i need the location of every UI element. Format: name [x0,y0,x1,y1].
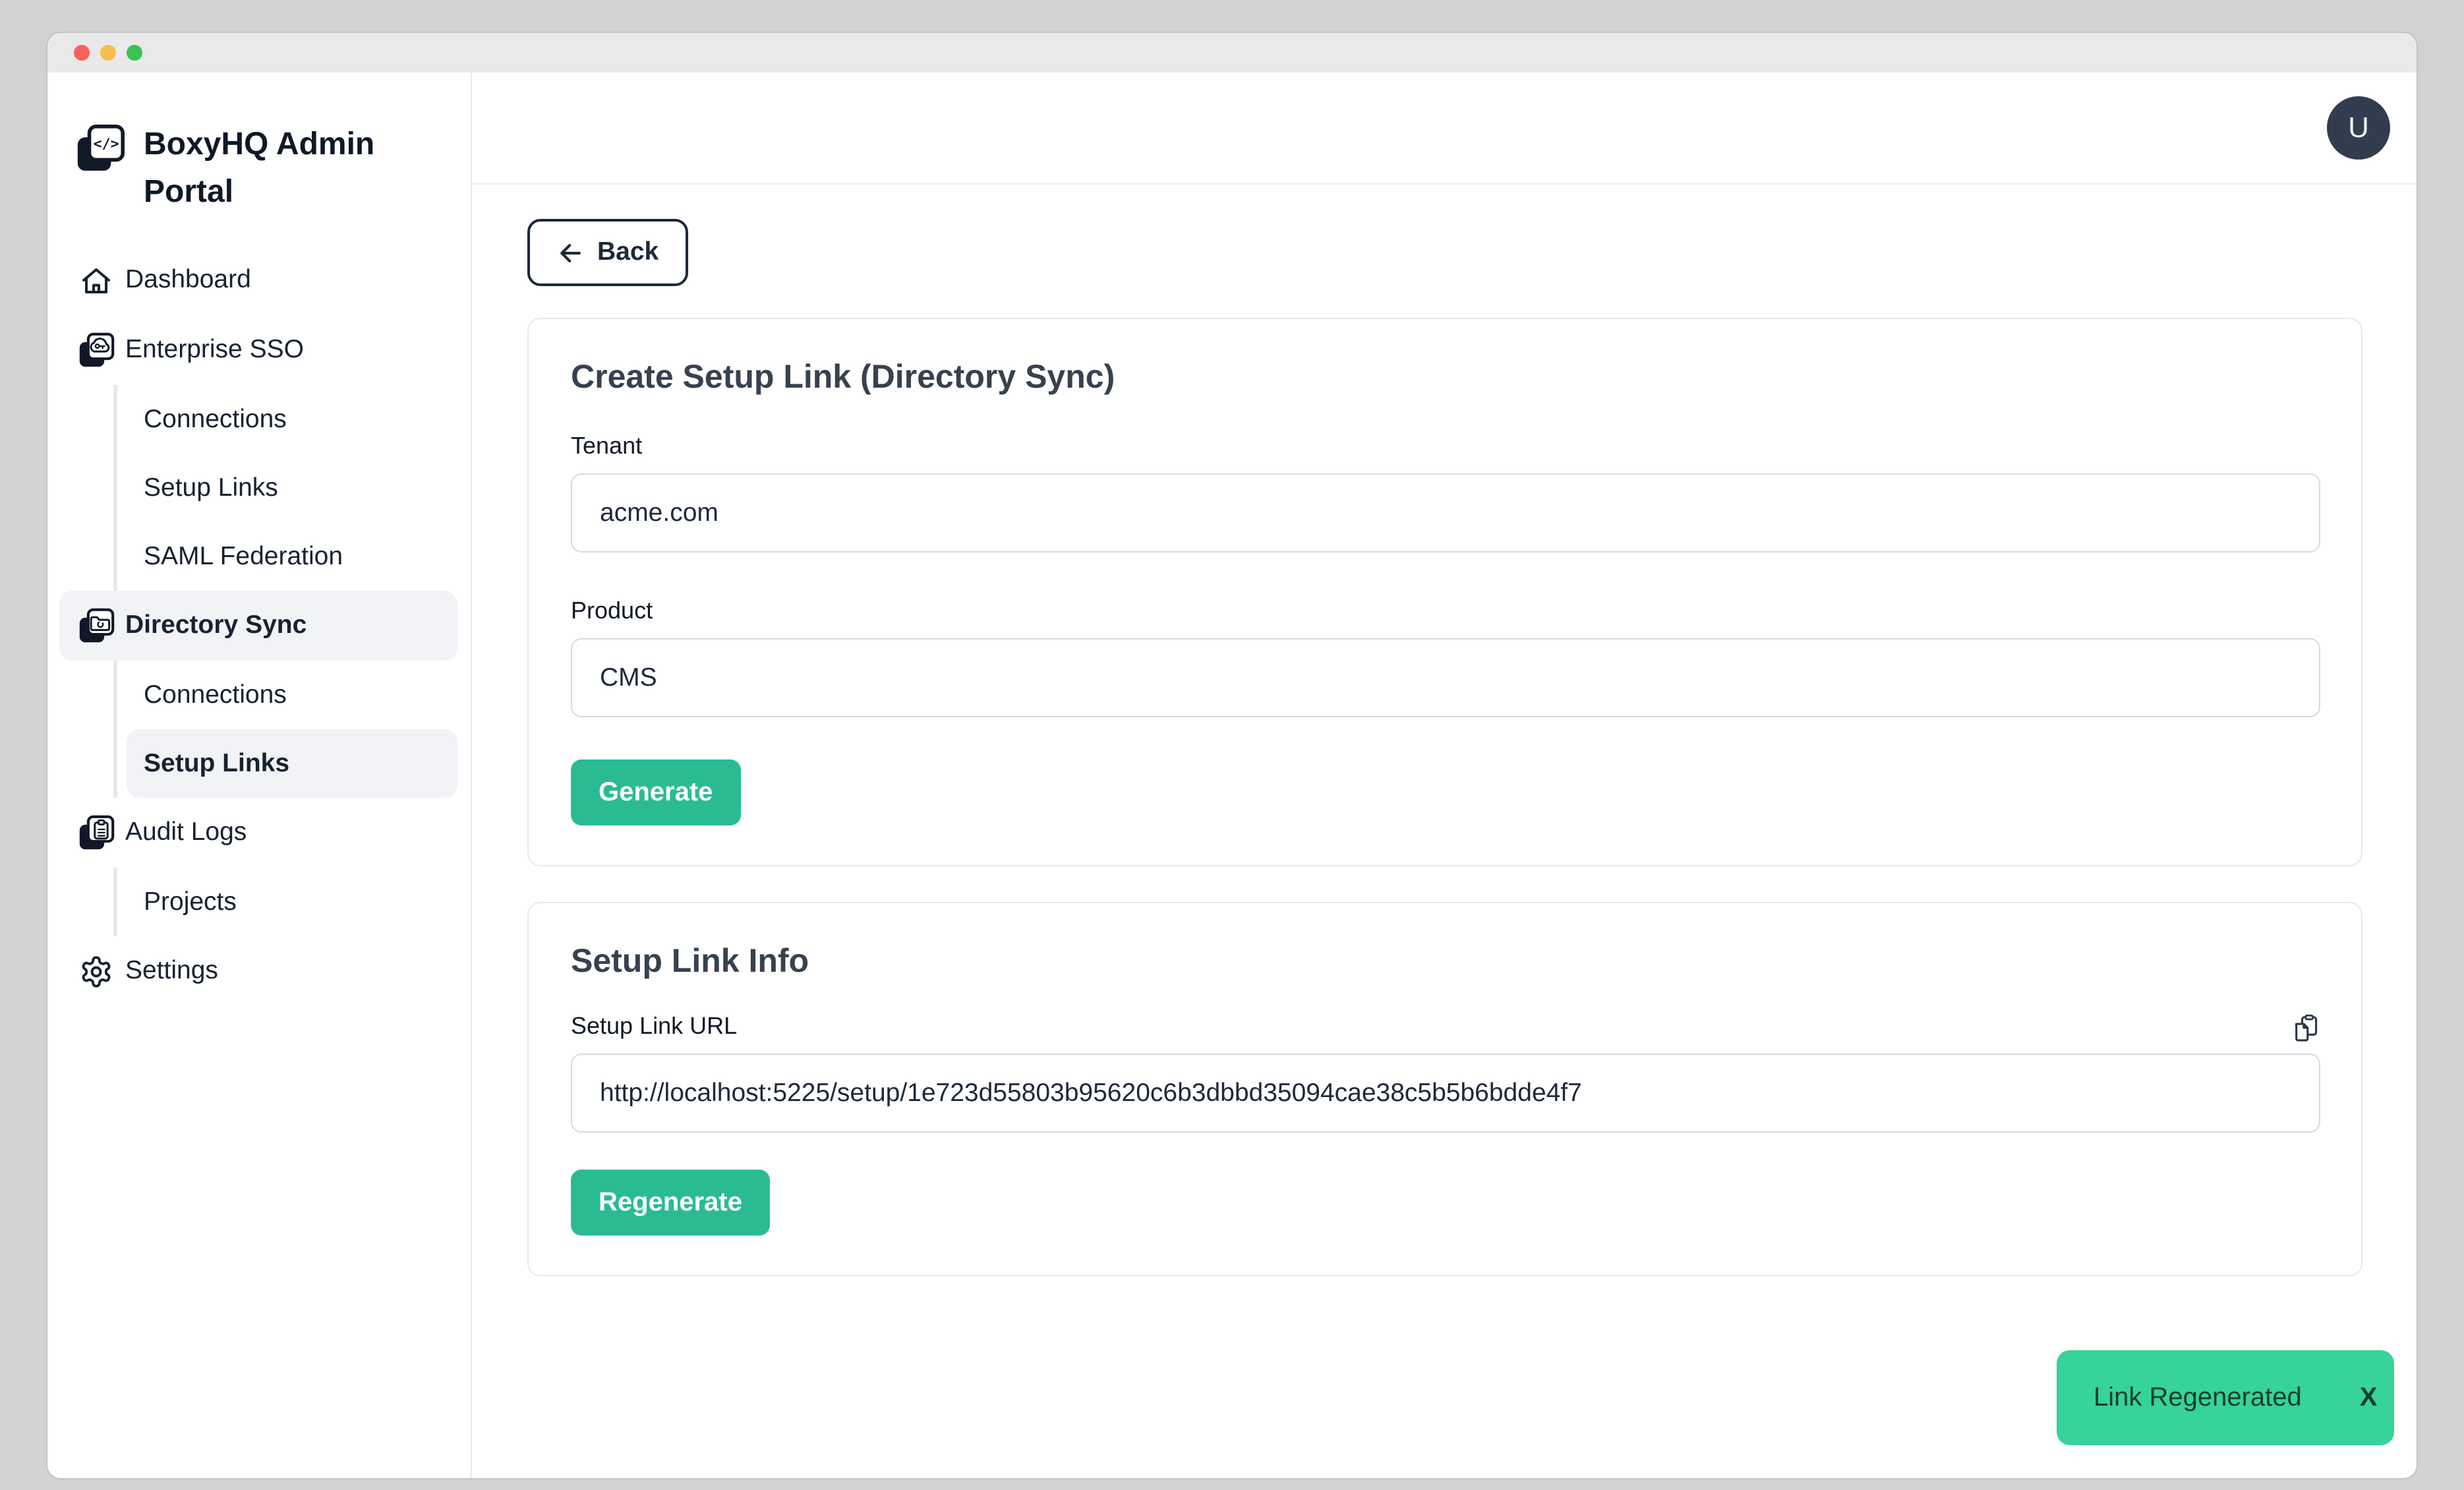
avatar[interactable]: U [2327,96,2390,160]
generate-button[interactable]: Generate [571,760,740,825]
clipboard-keycap-icon [78,814,115,851]
cloud-key-keycap-icon [78,332,115,369]
window-titlebar [47,33,2417,73]
sidebar-item-label: Settings [125,956,218,986]
svg-text:</>: </> [94,136,119,152]
sidebar-item-audit-logs[interactable]: Audit Logs [59,798,457,868]
sidebar-item-projects[interactable]: Projects [117,868,471,936]
sidebar-item-saml-federation[interactable]: SAML Federation [117,522,471,591]
sidebar-item-label: Enterprise SSO [125,335,304,365]
sidebar-item-dashboard[interactable]: Dashboard [59,245,457,315]
sidebar-item-enterprise-sso[interactable]: Enterprise SSO [59,315,457,385]
screen: </> BoxyHQ Admin Portal Dashbo [0,0,2464,1490]
boxyhq-logo-icon: </> [75,124,125,174]
sidebar-item-sso-setup-links[interactable]: Setup Links [117,454,471,522]
sidebar-item-sso-connections[interactable]: Connections [117,385,471,454]
copy-setup-link-button[interactable] [2291,1014,2320,1043]
sidebar-item-label: Connections [144,404,287,434]
sidebar-nav: Dashboard Enterprise SSO [47,245,471,1006]
setup-link-url-label: Setup Link URL [571,1013,737,1040]
sidebar-item-directory-sync[interactable]: Directory Sync [59,591,457,661]
gear-icon [78,953,115,990]
page: Back Create Setup Link (Directory Sync) … [472,185,2417,1276]
sidebar-item-label: Projects [144,887,237,917]
sidebar-item-dsync-connections[interactable]: Connections [117,661,471,729]
sso-subnav: Connections Setup Links SAML Federation [113,385,471,591]
folder-sync-keycap-icon [78,607,115,644]
zoom-window-button[interactable] [127,45,142,61]
create-card-title: Create Setup Link (Directory Sync) [571,359,2320,397]
toast: Link Regenerated X [2057,1350,2394,1445]
regenerate-button[interactable]: Regenerate [571,1170,770,1236]
audit-logs-subnav: Projects [113,868,471,936]
brand: </> BoxyHQ Admin Portal [47,121,471,216]
sidebar-item-settings[interactable]: Settings [59,936,457,1006]
sidebar-item-label: Connections [144,680,287,710]
home-icon [78,262,115,299]
app-body: </> BoxyHQ Admin Portal Dashbo [47,73,2417,1478]
sidebar-item-label: Setup Links [144,748,289,779]
sidebar-item-dsync-setup-links[interactable]: Setup Links [127,729,457,798]
tenant-input[interactable] [571,473,2320,552]
sidebar-item-label: SAML Federation [144,541,343,572]
sidebar-item-label: Setup Links [144,473,278,503]
create-setup-link-card: Create Setup Link (Directory Sync) Tenan… [527,318,2362,866]
app-window: </> BoxyHQ Admin Portal Dashbo [47,33,2417,1478]
sidebar: </> BoxyHQ Admin Portal Dashbo [47,73,472,1478]
setup-link-info-card: Setup Link Info Setup Link URL [527,902,2362,1276]
setup-link-url-input[interactable] [571,1054,2320,1133]
sidebar-item-label: Audit Logs [125,818,247,848]
sidebar-item-label: Dashboard [125,265,251,295]
back-button[interactable]: Back [527,219,688,286]
sidebar-item-label: Directory Sync [125,611,307,641]
product-label: Product [571,597,2320,625]
directory-sync-subnav: Connections Setup Links [113,661,471,798]
tenant-label: Tenant [571,432,2320,460]
back-button-label: Back [597,237,659,268]
close-window-button[interactable] [74,45,90,61]
product-input[interactable] [571,638,2320,717]
info-card-title: Setup Link Info [571,943,2320,981]
arrow-left-icon [556,238,585,267]
main-content: U Back Create Setup Link (Directory Sync… [472,73,2417,1478]
copy-icon [2291,1014,2320,1043]
top-header: U [472,73,2417,185]
toast-message: Link Regenerated [2094,1383,2302,1413]
minimize-window-button[interactable] [100,45,116,61]
toast-close-button[interactable]: X [2360,1383,2378,1413]
app-title: BoxyHQ Admin Portal [144,121,397,216]
